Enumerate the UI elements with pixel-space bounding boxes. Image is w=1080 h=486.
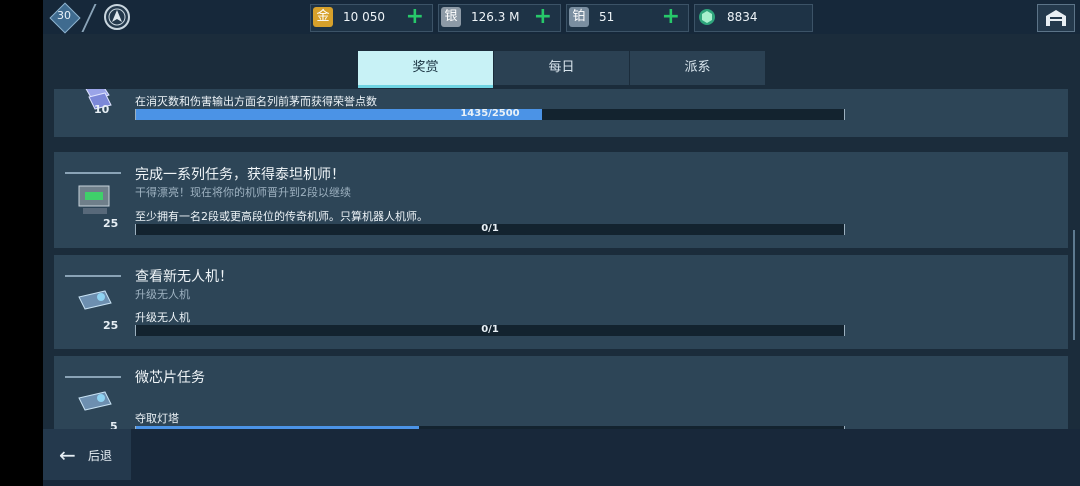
add-platinum-button[interactable]: + bbox=[662, 5, 680, 29]
task-card: 25 完成一系列任务，获得泰坦机师！ 干得漂亮！现在将你的机师晋升到2段以继续 … bbox=[54, 152, 1068, 248]
add-gold-button[interactable]: + bbox=[406, 5, 424, 29]
tab-faction[interactable]: 派系 bbox=[630, 51, 765, 85]
back-arrow-icon: ← bbox=[59, 443, 76, 467]
task-card: 5 微芯片任务 夺取灯塔 bbox=[54, 356, 1068, 429]
tab-rewards[interactable]: 奖赏 bbox=[358, 51, 493, 85]
progress-text: 1435/2500 bbox=[460, 108, 520, 119]
currency-platinum: 铂 51 + bbox=[566, 4, 689, 32]
reward-icon-box bbox=[65, 89, 121, 135]
currency-gold: 金 10 050 + bbox=[310, 4, 433, 32]
currency-gems: 8834 bbox=[694, 4, 813, 32]
bottom-bar bbox=[43, 429, 1080, 486]
silver-icon: 银 bbox=[441, 7, 461, 27]
reward-count: 5 bbox=[110, 420, 118, 429]
platinum-icon: 铂 bbox=[569, 7, 589, 27]
task-requirement: 至少拥有一名2段或更高段位的传奇机师。只算机器人机师。 bbox=[135, 210, 428, 223]
task-title: 微芯片任务 bbox=[135, 370, 205, 386]
task-subtitle: 升级无人机 bbox=[135, 288, 190, 301]
task-requirement: 升级无人机 bbox=[135, 311, 190, 324]
hangar-button[interactable] bbox=[1037, 4, 1075, 32]
gem-icon bbox=[699, 9, 715, 25]
reward-count: 10 bbox=[94, 103, 110, 116]
task-list[interactable]: 10 在消灭数和伤害输出方面名列前茅而获得荣誉点数 1435/2500 25 完… bbox=[43, 89, 1080, 429]
back-button[interactable]: ← 后退 bbox=[43, 429, 131, 480]
honor-token-icon bbox=[85, 89, 112, 110]
gold-value: 10 050 bbox=[343, 10, 385, 24]
gold-icon: 金 bbox=[313, 7, 333, 27]
add-silver-button[interactable]: + bbox=[534, 5, 552, 29]
task-requirement: 夺取灯塔 bbox=[135, 412, 179, 425]
task-progress-bar: 0/1 bbox=[135, 223, 845, 235]
list-scrollbar[interactable] bbox=[1073, 230, 1075, 340]
task-title: 查看新无人机！ bbox=[135, 269, 233, 285]
platinum-value: 51 bbox=[599, 10, 615, 24]
task-card: 25 查看新无人机！ 升级无人机 升级无人机 0/1 bbox=[54, 255, 1068, 349]
active-tab-indicator bbox=[358, 85, 493, 88]
task-card: 10 在消灭数和伤害输出方面名列前茅而获得荣誉点数 1435/2500 bbox=[54, 89, 1068, 137]
level-number: 30 bbox=[57, 9, 71, 22]
back-label: 后退 bbox=[88, 449, 113, 463]
rank-emblem-icon[interactable] bbox=[103, 3, 131, 31]
task-subtitle: 干得漂亮！现在将你的机师晋升到2段以继续 bbox=[135, 186, 351, 199]
top-bar bbox=[43, 0, 1080, 34]
silver-value: 126.3 M bbox=[471, 10, 520, 24]
gem-value: 8834 bbox=[727, 10, 758, 24]
level-badge[interactable]: 30 bbox=[49, 2, 81, 34]
tab-daily[interactable]: 每日 bbox=[494, 51, 629, 85]
task-progress-bar: 0/1 bbox=[135, 324, 845, 336]
reward-count: 25 bbox=[103, 217, 119, 230]
progress-text: 0/1 bbox=[481, 324, 499, 335]
left-black-bar bbox=[0, 0, 43, 486]
progress-text: 0/1 bbox=[481, 223, 499, 234]
task-requirement: 在消灭数和伤害输出方面名列前茅而获得荣誉点数 bbox=[135, 95, 377, 108]
currency-silver: 银 126.3 M + bbox=[438, 4, 561, 32]
task-title: 完成一系列任务，获得泰坦机师！ bbox=[135, 167, 345, 183]
reward-count: 25 bbox=[103, 319, 119, 332]
task-progress-bar: 1435/2500 bbox=[135, 108, 845, 120]
